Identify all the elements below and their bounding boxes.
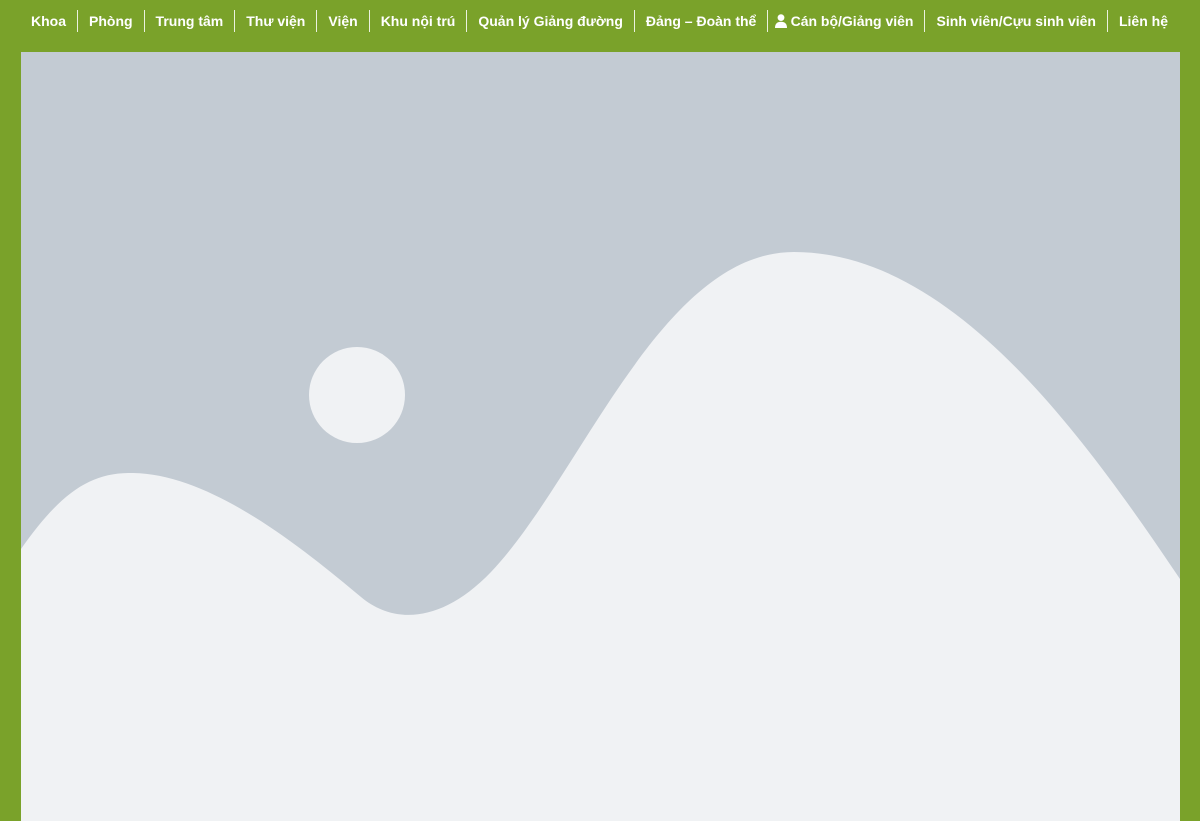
nav-item-khu-noi-tru[interactable]: Khu nội trú (370, 10, 468, 32)
top-navigation-bar: Khoa Phòng Trung tâm Thư viện Viện Khu n… (0, 0, 1200, 42)
placeholder-sun (309, 347, 405, 443)
nav-item-can-bo-giang-vien[interactable]: Cán bộ/Giảng viên (764, 10, 926, 32)
nav-item-quan-ly-giang-duong[interactable]: Quản lý Giảng đường (467, 10, 635, 32)
image-placeholder-illustration (21, 52, 1180, 821)
primary-nav: Khoa Phòng Trung tâm Thư viện Viện Khu n… (20, 10, 769, 32)
nav-item-thu-vien[interactable]: Thư viện (235, 10, 318, 32)
nav-item-label: Phòng (89, 13, 133, 29)
nav-item-khoa[interactable]: Khoa (20, 10, 78, 32)
nav-item-trung-tam[interactable]: Trung tâm (145, 10, 236, 32)
secondary-nav: Cán bộ/Giảng viên Sinh viên/Cựu sinh viê… (764, 10, 1180, 32)
nav-item-lien-he[interactable]: Liên hệ (1108, 10, 1180, 32)
user-icon (774, 14, 787, 28)
nav-item-label: Trung tâm (155, 13, 224, 29)
hero-image-placeholder (21, 52, 1180, 821)
nav-item-label: Thư viện (246, 13, 306, 29)
nav-item-label: Liên hệ (1118, 13, 1168, 29)
nav-item-label: Viện (328, 13, 358, 29)
nav-item-label: Khu nội trú (380, 13, 456, 29)
nav-item-label: Quản lý Giảng đường (478, 13, 623, 29)
nav-item-phong[interactable]: Phòng (78, 10, 145, 32)
nav-item-label: Khoa (31, 13, 66, 29)
nav-item-sinh-vien-cuu-sinh-vien[interactable]: Sinh viên/Cựu sinh viên (925, 10, 1108, 32)
nav-item-label: Đảng – Đoàn thể (645, 13, 757, 29)
nav-item-vien[interactable]: Viện (317, 10, 370, 32)
nav-item-dang-doan-the[interactable]: Đảng – Đoàn thể (635, 10, 769, 32)
nav-item-label: Cán bộ/Giảng viên (790, 13, 914, 29)
nav-item-label: Sinh viên/Cựu sinh viên (936, 13, 1096, 29)
